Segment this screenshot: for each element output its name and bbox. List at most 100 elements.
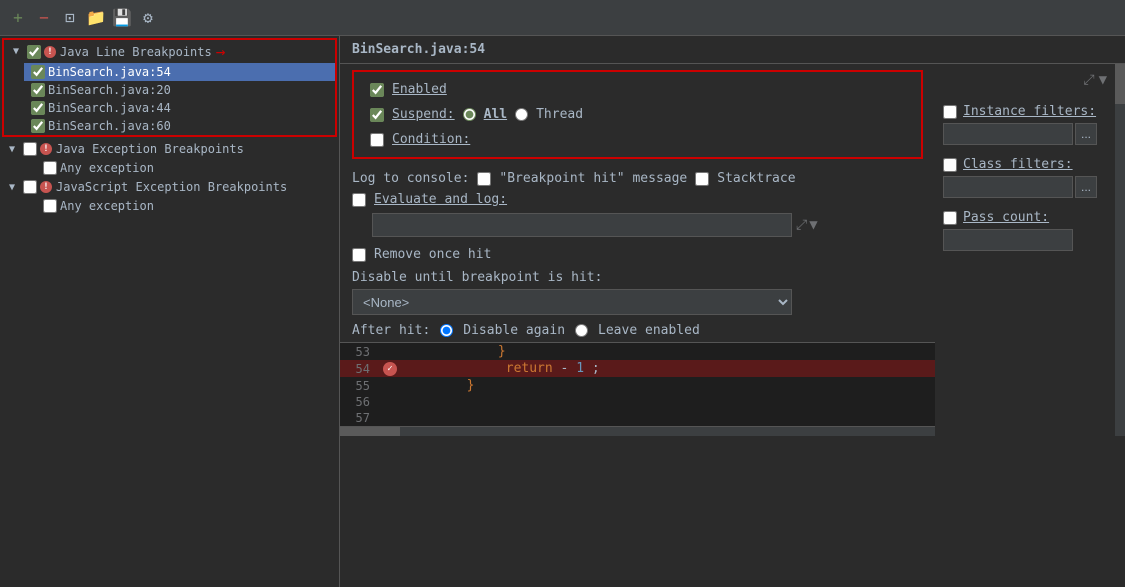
add-icon[interactable]: + bbox=[8, 8, 28, 28]
expand-icon-1[interactable]: ⤢ bbox=[796, 217, 807, 233]
java-exc-checkbox[interactable] bbox=[23, 142, 37, 156]
red-arrow: → bbox=[216, 42, 226, 61]
breakpoint-dot-54 bbox=[383, 362, 397, 376]
minus-54: - bbox=[561, 361, 569, 376]
suspend-all-radio[interactable] bbox=[463, 108, 476, 121]
item-1-label: BinSearch.java:20 bbox=[48, 83, 171, 97]
class-filters-group: Class filters: ... bbox=[943, 157, 1107, 198]
suspend-checkbox[interactable] bbox=[370, 108, 384, 122]
class-filters-row: Class filters: bbox=[943, 157, 1107, 172]
tree-item-2[interactable]: BinSearch.java:44 bbox=[24, 99, 335, 117]
suspend-all-label: All bbox=[484, 107, 507, 122]
disable-select-row: <None> bbox=[352, 289, 923, 315]
settings-icon[interactable]: ⚙ bbox=[138, 8, 158, 28]
after-hit-row: After hit: Disable again Leave enabled bbox=[340, 319, 935, 342]
instance-filters-btn[interactable]: ... bbox=[1075, 123, 1097, 145]
class-filters-checkbox[interactable] bbox=[943, 158, 957, 172]
java-line-breakpoints-group: ▼ Java Line Breakpoints → BinSearch.java… bbox=[2, 38, 337, 137]
toggle-java-line[interactable]: ▼ bbox=[8, 44, 24, 60]
suspend-thread-radio[interactable] bbox=[515, 108, 528, 121]
instance-filters-checkbox[interactable] bbox=[943, 105, 957, 119]
class-filters-btn[interactable]: ... bbox=[1075, 176, 1097, 198]
log-to-console-label: Log to console: bbox=[352, 171, 469, 186]
js-exc-any[interactable]: Any exception bbox=[36, 197, 339, 215]
expand-icon-tl[interactable]: ⤢ bbox=[1083, 72, 1094, 88]
log-row: Log to console: "Breakpoint hit" message… bbox=[352, 171, 923, 186]
disable-until-label: Disable until breakpoint is hit: bbox=[352, 270, 923, 285]
panel-title: BinSearch.java:54 bbox=[352, 42, 485, 57]
remove-icon[interactable]: − bbox=[34, 8, 54, 28]
leave-enabled-radio[interactable] bbox=[575, 324, 588, 337]
tree-item-0[interactable]: BinSearch.java:54 bbox=[24, 63, 335, 81]
number-54: 1 bbox=[576, 361, 584, 376]
js-exc-any-checkbox[interactable] bbox=[43, 199, 57, 213]
code-content-54: return - 1 ; bbox=[400, 361, 935, 376]
instance-filters-row: Instance filters: bbox=[943, 104, 1107, 119]
save-icon[interactable]: 💾 bbox=[112, 8, 132, 28]
brace-53: } bbox=[404, 344, 506, 359]
instance-filters-input[interactable] bbox=[943, 123, 1073, 145]
instance-filters-group: Instance filters: ... bbox=[943, 104, 1107, 145]
brace-55: } bbox=[404, 378, 474, 393]
expand-icon-tr[interactable]: ▼ bbox=[1099, 72, 1107, 88]
item-3-label: BinSearch.java:60 bbox=[48, 119, 171, 133]
options-area: Log to console: "Breakpoint hit" message… bbox=[340, 165, 935, 243]
stacktrace-label: Stacktrace bbox=[717, 171, 795, 186]
remove-once-checkbox[interactable] bbox=[352, 248, 366, 262]
breakpoint-hit-checkbox[interactable] bbox=[477, 172, 491, 186]
suspend-row: Suspend: All Thread bbox=[370, 107, 905, 122]
h-scrollbar-thumb[interactable] bbox=[340, 427, 400, 436]
evaluate-checkbox[interactable] bbox=[352, 193, 366, 207]
config-box: Enabled Suspend: All Thread bbox=[352, 70, 923, 159]
enabled-checkbox[interactable] bbox=[370, 83, 384, 97]
condition-checkbox[interactable] bbox=[370, 133, 384, 147]
item-0-checkbox[interactable] bbox=[31, 65, 45, 79]
disable-again-label: Disable again bbox=[463, 323, 565, 338]
evaluate-input[interactable] bbox=[372, 213, 792, 237]
line-number-54: 54 bbox=[340, 362, 380, 376]
java-exception-header[interactable]: ▼ Java Exception Breakpoints bbox=[0, 139, 339, 159]
bookmark-icon[interactable]: 📁 bbox=[86, 8, 106, 28]
code-area: 53 } 54 bbox=[340, 342, 935, 436]
item-3-checkbox[interactable] bbox=[31, 119, 45, 133]
remove-once-label: Remove once hit bbox=[374, 247, 491, 262]
remove-row: Remove once hit bbox=[340, 243, 935, 266]
tree-item-1[interactable]: BinSearch.java:20 bbox=[24, 81, 335, 99]
js-exc-checkbox[interactable] bbox=[23, 180, 37, 194]
item-2-label: BinSearch.java:44 bbox=[48, 101, 171, 115]
tree-item-3[interactable]: BinSearch.java:60 bbox=[24, 117, 335, 135]
scrollbar-thumb[interactable] bbox=[1115, 64, 1125, 104]
evaluate-row: Evaluate and log: bbox=[352, 192, 923, 207]
line-number-56: 56 bbox=[340, 395, 380, 409]
java-exc-any[interactable]: Any exception bbox=[36, 159, 339, 177]
after-hit-label: After hit: bbox=[352, 323, 430, 338]
instance-filters-label: Instance filters: bbox=[963, 104, 1096, 119]
group-icon[interactable]: ⊡ bbox=[60, 8, 80, 28]
toggle-js-exc[interactable]: ▼ bbox=[4, 179, 20, 195]
item-1-checkbox[interactable] bbox=[31, 83, 45, 97]
stacktrace-checkbox[interactable] bbox=[695, 172, 709, 186]
expand-icon-2[interactable]: ▼ bbox=[809, 217, 817, 233]
java-line-icon bbox=[44, 46, 56, 58]
pass-count-checkbox[interactable] bbox=[943, 211, 957, 225]
js-exception-header[interactable]: ▼ JavaScript Exception Breakpoints bbox=[0, 177, 339, 197]
class-filters-input[interactable] bbox=[943, 176, 1073, 198]
line-number-53: 53 bbox=[340, 345, 380, 359]
disable-again-radio[interactable] bbox=[440, 324, 453, 337]
java-exc-any-checkbox[interactable] bbox=[43, 161, 57, 175]
java-line-breakpoints-header[interactable]: ▼ Java Line Breakpoints → bbox=[4, 40, 335, 63]
panel-header: BinSearch.java:54 bbox=[340, 36, 1125, 64]
java-exc-label: Java Exception Breakpoints bbox=[56, 142, 244, 156]
java-line-checkbox[interactable] bbox=[27, 45, 41, 59]
disable-select[interactable]: <None> bbox=[352, 289, 792, 315]
pass-count-input[interactable] bbox=[943, 229, 1073, 251]
code-content-53: } bbox=[400, 344, 935, 359]
disable-row: Disable until breakpoint is hit: <None> bbox=[340, 266, 935, 319]
condition-label: Condition: bbox=[392, 132, 470, 147]
item-2-checkbox[interactable] bbox=[31, 101, 45, 115]
line-breakpoint-54 bbox=[380, 362, 400, 376]
toggle-java-exc[interactable]: ▼ bbox=[4, 141, 20, 157]
right-scrollbar[interactable] bbox=[1115, 64, 1125, 436]
java-line-label: Java Line Breakpoints bbox=[60, 45, 212, 59]
java-exc-icon bbox=[40, 143, 52, 155]
